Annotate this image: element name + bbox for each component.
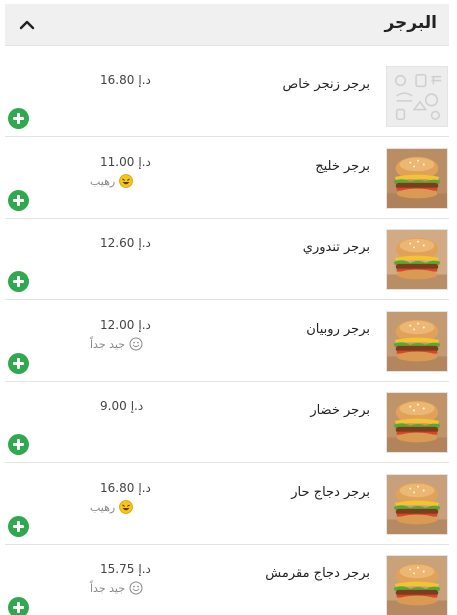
rating-label: جيد جداً — [90, 581, 126, 595]
currency-label: د.إ — [138, 318, 151, 332]
burger-image — [387, 393, 447, 452]
placeholder-image — [387, 67, 447, 126]
rating-label: رهيب — [90, 174, 116, 188]
chevron-up-icon[interactable] — [19, 17, 35, 33]
item-thumbnail[interactable] — [386, 311, 448, 372]
item-thumbnail[interactable] — [386, 555, 448, 615]
add-to-cart-button[interactable] — [8, 597, 29, 615]
burger-image — [387, 230, 447, 289]
menu-item[interactable]: برجر زنجر خاص 16.80 د.إ — [5, 56, 449, 137]
menu-item[interactable]: برجر خليج 11.00 د.إ رهيب — [5, 138, 449, 219]
item-name: برجر زنجر خاص — [282, 77, 370, 92]
add-to-cart-button[interactable] — [8, 108, 29, 129]
menu-item[interactable]: برجر دجاج مقرمش 15.75 د.إ جيد جداً — [5, 545, 449, 615]
item-name: برجر روبيان — [306, 322, 370, 337]
item-name: برجر تندوري — [302, 240, 370, 255]
price-value: 11.00 — [100, 155, 135, 169]
laughing-face-icon — [119, 174, 134, 188]
add-to-cart-button[interactable] — [8, 190, 29, 211]
burger-image — [387, 312, 447, 371]
item-rating: رهيب — [90, 174, 134, 188]
item-thumbnail[interactable] — [386, 66, 448, 127]
item-rating: جيد جداً — [90, 581, 143, 595]
price-value: 12.00 — [100, 318, 135, 332]
item-name: برجر دجاج حار — [291, 485, 370, 500]
item-name: برجر دجاج مقرمش — [265, 566, 370, 581]
item-name: برجر خليج — [315, 159, 370, 174]
currency-label: د.إ — [138, 481, 151, 495]
item-thumbnail[interactable] — [386, 474, 448, 535]
price-value: 15.75 — [100, 562, 135, 576]
price-value: 12.60 — [100, 236, 135, 250]
currency-label: د.إ — [130, 399, 144, 413]
burger-image — [387, 149, 447, 208]
add-to-cart-button[interactable] — [8, 434, 29, 455]
currency-label: د.إ — [138, 562, 151, 576]
price-value: 16.80 — [100, 73, 135, 87]
currency-label: د.إ — [138, 236, 151, 250]
item-price: 16.80 د.إ — [100, 481, 151, 495]
burger-image — [387, 475, 447, 534]
item-price: 15.75 د.إ — [100, 562, 151, 576]
smiling-face-icon — [129, 581, 143, 595]
item-thumbnail[interactable] — [386, 148, 448, 209]
item-price: 16.80 د.إ — [100, 73, 151, 87]
menu-item[interactable]: برجر تندوري 12.60 د.إ — [5, 219, 449, 300]
category-title: البرجر — [384, 13, 437, 33]
item-thumbnail[interactable] — [386, 229, 448, 290]
item-thumbnail[interactable] — [386, 392, 448, 453]
currency-label: د.إ — [138, 155, 151, 169]
item-price: 12.00 د.إ — [100, 318, 151, 332]
item-price: 12.60 د.إ — [100, 236, 151, 250]
add-to-cart-button[interactable] — [8, 516, 29, 537]
rating-label: رهيب — [90, 500, 116, 514]
burger-image — [387, 556, 447, 615]
price-value: 16.80 — [100, 481, 135, 495]
add-to-cart-button[interactable] — [8, 353, 29, 374]
add-to-cart-button[interactable] — [8, 271, 29, 292]
price-value: 9.00 — [100, 399, 127, 413]
item-price: 9.00 د.إ — [100, 399, 143, 413]
smiling-face-icon — [129, 337, 143, 351]
item-rating: رهيب — [90, 500, 134, 514]
item-price: 11.00 د.إ — [100, 155, 151, 169]
menu-item[interactable]: برجر روبيان 12.00 د.إ جيد جداً — [5, 301, 449, 382]
menu-item[interactable]: برجر خضار 9.00 د.إ — [5, 382, 449, 463]
item-name: برجر خضار — [310, 403, 370, 418]
rating-label: جيد جداً — [90, 337, 126, 351]
category-header[interactable]: البرجر — [5, 4, 449, 46]
currency-label: د.إ — [138, 73, 151, 87]
item-rating: جيد جداً — [90, 337, 143, 351]
menu-item[interactable]: برجر دجاج حار 16.80 د.إ رهيب — [5, 464, 449, 545]
laughing-face-icon — [119, 500, 134, 514]
